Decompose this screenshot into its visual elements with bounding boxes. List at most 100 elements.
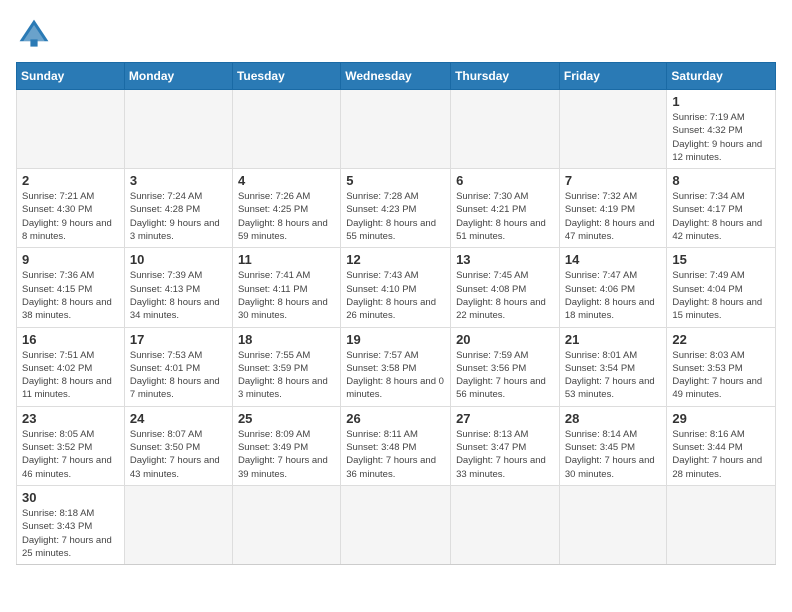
day-number: 16 xyxy=(22,332,119,347)
calendar-week-row: 2Sunrise: 7:21 AM Sunset: 4:30 PM Daylig… xyxy=(17,169,776,248)
day-number: 10 xyxy=(130,252,227,267)
weekday-header: Wednesday xyxy=(341,63,451,90)
calendar-cell xyxy=(17,90,125,169)
day-number: 27 xyxy=(456,411,554,426)
day-info: Sunrise: 7:47 AM Sunset: 4:06 PM Dayligh… xyxy=(565,269,662,322)
calendar-cell: 4Sunrise: 7:26 AM Sunset: 4:25 PM Daylig… xyxy=(232,169,340,248)
calendar-cell: 22 Sunrise: 8:03 AM Sunset: 3:53 PM Dayli… xyxy=(667,327,776,406)
calendar-cell: 15 Sunrise: 7:49 AM Sunset: 4:04 PM Dayli… xyxy=(667,248,776,327)
calendar-cell: 28 Sunrise: 8:14 AM Sunset: 3:45 PM Dayli… xyxy=(559,406,667,485)
weekday-header: Monday xyxy=(124,63,232,90)
day-info: Sunrise: 7:53 AM Sunset: 4:01 PM Dayligh… xyxy=(130,349,227,402)
day-info: Sunrise: 7:32 AM Sunset: 4:19 PM Dayligh… xyxy=(565,190,662,243)
day-number: 1 xyxy=(672,94,770,109)
day-number: 5 xyxy=(346,173,445,188)
day-number: 25 xyxy=(238,411,335,426)
calendar-cell: 9Sunrise: 7:36 AM Sunset: 4:15 PM Daylig… xyxy=(17,248,125,327)
calendar-week-row: 1Sunrise: 7:19 AM Sunset: 4:32 PM Daylig… xyxy=(17,90,776,169)
calendar-cell xyxy=(559,485,667,564)
day-number: 24 xyxy=(130,411,227,426)
calendar-week-row: 23 Sunrise: 8:05 AM Sunset: 3:52 PM Dayli… xyxy=(17,406,776,485)
calendar-cell: 11 Sunrise: 7:41 AM Sunset: 4:11 PM Dayli… xyxy=(232,248,340,327)
day-info: Sunrise: 7:59 AM Sunset: 3:56 PM Dayligh… xyxy=(456,349,554,402)
day-info: Sunrise: 8:16 AM Sunset: 3:44 PM Dayligh… xyxy=(672,428,770,481)
calendar-cell: 8Sunrise: 7:34 AM Sunset: 4:17 PM Daylig… xyxy=(667,169,776,248)
day-info: Sunrise: 8:07 AM Sunset: 3:50 PM Dayligh… xyxy=(130,428,227,481)
logo xyxy=(16,16,56,52)
day-info: Sunrise: 7:51 AM Sunset: 4:02 PM Dayligh… xyxy=(22,349,119,402)
day-info: Sunrise: 7:34 AM Sunset: 4:17 PM Dayligh… xyxy=(672,190,770,243)
day-info: Sunrise: 7:30 AM Sunset: 4:21 PM Dayligh… xyxy=(456,190,554,243)
calendar-cell: 5 Sunrise: 7:28 AM Sunset: 4:23 PM Daylig… xyxy=(341,169,451,248)
calendar-week-row: 30 Sunrise: 8:18 AM Sunset: 3:43 PM Dayli… xyxy=(17,485,776,564)
day-number: 3 xyxy=(130,173,227,188)
day-number: 30 xyxy=(22,490,119,505)
calendar-cell xyxy=(232,485,340,564)
day-number: 15 xyxy=(672,252,770,267)
weekday-header: Sunday xyxy=(17,63,125,90)
calendar-cell xyxy=(667,485,776,564)
calendar-week-row: 16 Sunrise: 7:51 AM Sunset: 4:02 PM Dayli… xyxy=(17,327,776,406)
day-info: Sunrise: 7:41 AM Sunset: 4:11 PM Dayligh… xyxy=(238,269,335,322)
calendar-cell: 17 Sunrise: 7:53 AM Sunset: 4:01 PM Dayli… xyxy=(124,327,232,406)
calendar-cell: 27 Sunrise: 8:13 AM Sunset: 3:47 PM Dayli… xyxy=(451,406,560,485)
calendar-table: SundayMondayTuesdayWednesdayThursdayFrid… xyxy=(16,62,776,565)
day-info: Sunrise: 7:26 AM Sunset: 4:25 PM Dayligh… xyxy=(238,190,335,243)
page-header xyxy=(16,16,776,52)
day-info: Sunrise: 8:18 AM Sunset: 3:43 PM Dayligh… xyxy=(22,507,119,560)
calendar-cell: 1Sunrise: 7:19 AM Sunset: 4:32 PM Daylig… xyxy=(667,90,776,169)
weekday-header: Tuesday xyxy=(232,63,340,90)
day-number: 14 xyxy=(565,252,662,267)
calendar-cell xyxy=(451,485,560,564)
day-info: Sunrise: 7:55 AM Sunset: 3:59 PM Dayligh… xyxy=(238,349,335,402)
calendar-cell: 24 Sunrise: 8:07 AM Sunset: 3:50 PM Dayli… xyxy=(124,406,232,485)
day-number: 22 xyxy=(672,332,770,347)
calendar-cell: 3Sunrise: 7:24 AM Sunset: 4:28 PM Daylig… xyxy=(124,169,232,248)
calendar-cell xyxy=(124,90,232,169)
calendar-cell: 12Sunrise: 7:43 AM Sunset: 4:10 PM Dayli… xyxy=(341,248,451,327)
day-info: Sunrise: 8:14 AM Sunset: 3:45 PM Dayligh… xyxy=(565,428,662,481)
weekday-header: Friday xyxy=(559,63,667,90)
day-number: 23 xyxy=(22,411,119,426)
calendar-cell: 19 Sunrise: 7:57 AM Sunset: 3:58 PM Dayli… xyxy=(341,327,451,406)
day-info: Sunrise: 7:49 AM Sunset: 4:04 PM Dayligh… xyxy=(672,269,770,322)
weekday-header: Thursday xyxy=(451,63,560,90)
calendar-cell: 10 Sunrise: 7:39 AM Sunset: 4:13 PM Dayli… xyxy=(124,248,232,327)
day-info: Sunrise: 8:11 AM Sunset: 3:48 PM Dayligh… xyxy=(346,428,445,481)
calendar-cell: 21 Sunrise: 8:01 AM Sunset: 3:54 PM Dayli… xyxy=(559,327,667,406)
day-number: 17 xyxy=(130,332,227,347)
day-info: Sunrise: 7:21 AM Sunset: 4:30 PM Dayligh… xyxy=(22,190,119,243)
weekday-header-row: SundayMondayTuesdayWednesdayThursdayFrid… xyxy=(17,63,776,90)
day-number: 28 xyxy=(565,411,662,426)
calendar-cell: 25 Sunrise: 8:09 AM Sunset: 3:49 PM Dayli… xyxy=(232,406,340,485)
calendar-cell: 26 Sunrise: 8:11 AM Sunset: 3:48 PM Dayli… xyxy=(341,406,451,485)
day-number: 19 xyxy=(346,332,445,347)
calendar-cell: 7 Sunrise: 7:32 AM Sunset: 4:19 PM Daylig… xyxy=(559,169,667,248)
day-info: Sunrise: 8:01 AM Sunset: 3:54 PM Dayligh… xyxy=(565,349,662,402)
day-number: 29 xyxy=(672,411,770,426)
day-number: 13 xyxy=(456,252,554,267)
day-info: Sunrise: 8:13 AM Sunset: 3:47 PM Dayligh… xyxy=(456,428,554,481)
calendar-cell: 16 Sunrise: 7:51 AM Sunset: 4:02 PM Dayli… xyxy=(17,327,125,406)
day-info: Sunrise: 8:03 AM Sunset: 3:53 PM Dayligh… xyxy=(672,349,770,402)
day-info: Sunrise: 7:28 AM Sunset: 4:23 PM Dayligh… xyxy=(346,190,445,243)
day-info: Sunrise: 7:39 AM Sunset: 4:13 PM Dayligh… xyxy=(130,269,227,322)
day-number: 11 xyxy=(238,252,335,267)
calendar-week-row: 9Sunrise: 7:36 AM Sunset: 4:15 PM Daylig… xyxy=(17,248,776,327)
day-number: 9 xyxy=(22,252,119,267)
day-number: 26 xyxy=(346,411,445,426)
day-number: 7 xyxy=(565,173,662,188)
day-number: 21 xyxy=(565,332,662,347)
calendar-cell xyxy=(232,90,340,169)
day-info: Sunrise: 8:05 AM Sunset: 3:52 PM Dayligh… xyxy=(22,428,119,481)
day-info: Sunrise: 7:45 AM Sunset: 4:08 PM Dayligh… xyxy=(456,269,554,322)
day-info: Sunrise: 7:57 AM Sunset: 3:58 PM Dayligh… xyxy=(346,349,445,402)
calendar-cell: 13 Sunrise: 7:45 AM Sunset: 4:08 PM Dayli… xyxy=(451,248,560,327)
calendar-cell: 23 Sunrise: 8:05 AM Sunset: 3:52 PM Dayli… xyxy=(17,406,125,485)
day-info: Sunrise: 8:09 AM Sunset: 3:49 PM Dayligh… xyxy=(238,428,335,481)
calendar-cell: 29 Sunrise: 8:16 AM Sunset: 3:44 PM Dayli… xyxy=(667,406,776,485)
calendar-cell xyxy=(559,90,667,169)
calendar-cell: 14 Sunrise: 7:47 AM Sunset: 4:06 PM Dayli… xyxy=(559,248,667,327)
calendar-cell xyxy=(451,90,560,169)
calendar-cell: 6Sunrise: 7:30 AM Sunset: 4:21 PM Daylig… xyxy=(451,169,560,248)
